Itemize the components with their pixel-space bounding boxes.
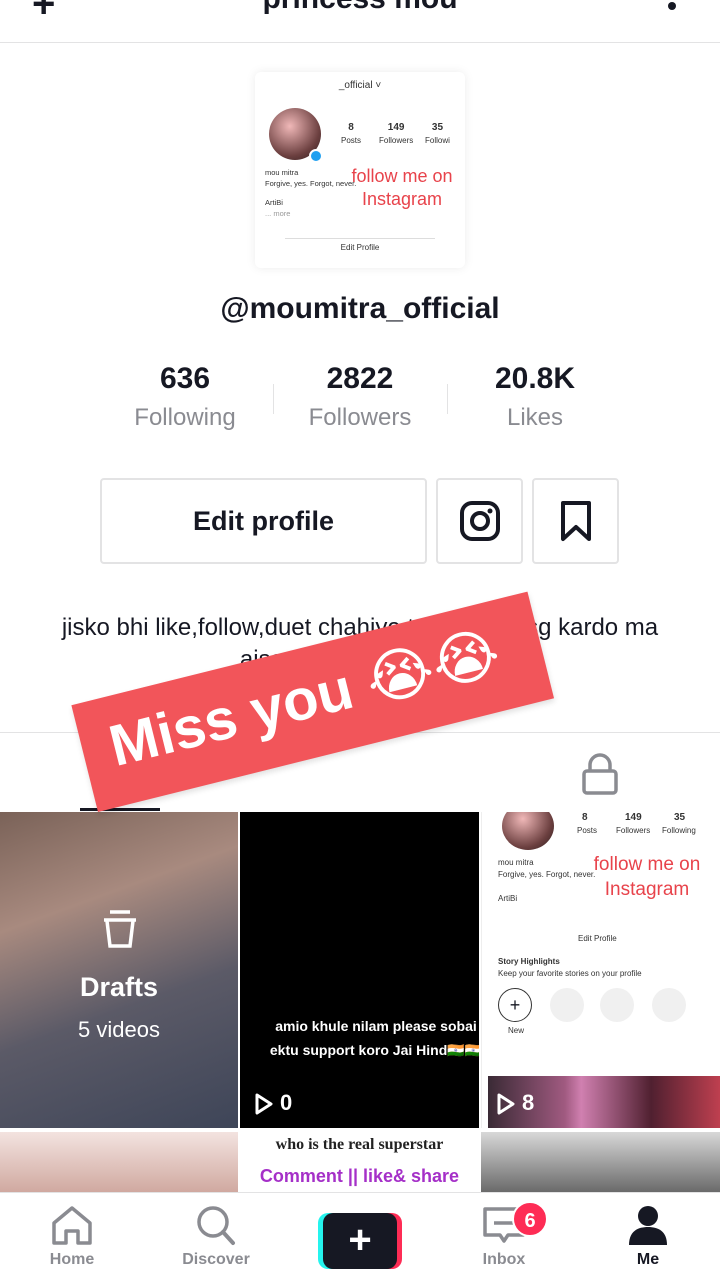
nav-home[interactable]: Home (22, 1203, 122, 1269)
drafts-tile[interactable]: Drafts 5 videos (0, 812, 238, 1128)
drafts-label: Drafts (79, 972, 159, 1002)
embedded-follow-text: follow me on Instagram (351, 166, 453, 209)
play-count: 0 (254, 1090, 292, 1116)
video-tile[interactable] (0, 1132, 238, 1192)
followers-count: 2822 (326, 362, 394, 395)
play-count: 8 (496, 1090, 534, 1116)
video-grid: Drafts 5 videos amio khule nilam please … (0, 812, 720, 1192)
bottom-nav: Home Discover + Inbox 6 Me (0, 1192, 720, 1280)
username: @moumitra_official (220, 292, 500, 325)
profile-icon (629, 1206, 667, 1245)
instagram-button[interactable] (436, 478, 523, 564)
profile-stats: 636 Following 2822 Followers 20.8K Likes (0, 362, 720, 442)
following-count: 636 (159, 362, 211, 395)
top-bar: + princess mou (0, 0, 720, 43)
video-tile[interactable] (481, 1132, 720, 1192)
embedded-following: 35 Followi (425, 122, 450, 145)
embedded-account-name: _official ˅ (338, 80, 382, 91)
instagram-icon (459, 501, 500, 541)
embedded-followers: 149 Followers (379, 122, 414, 145)
favorites-button[interactable] (532, 478, 619, 564)
likes-label: Likes (506, 404, 564, 431)
create-button[interactable]: + (318, 1213, 402, 1269)
embedded-edit-profile: Edit Profile (285, 238, 435, 252)
play-icon (255, 1093, 273, 1115)
tab-private[interactable] (580, 753, 620, 802)
following-stat[interactable]: 636 Following (100, 362, 270, 432)
profile-avatar[interactable]: _official ˅ 8 Posts 149 Followers 35 Follow… (255, 72, 465, 268)
video-caption: amio khule nilam please sobai ektu suppo… (269, 1018, 479, 1058)
new-highlight-icon: + (498, 988, 532, 1022)
embedded-posts: 8 Posts (341, 122, 362, 145)
embedded-add-icon (309, 149, 323, 163)
video-avatar (502, 812, 554, 850)
plus-icon: + (323, 1213, 397, 1269)
followers-stat[interactable]: 2822 Followers (275, 362, 445, 432)
video-tile[interactable]: 8 Posts 149 Followers 35 Following mou m… (481, 812, 720, 1128)
video-subtitle: Comment || like& share (259, 1166, 460, 1186)
bookmark-icon (560, 501, 591, 541)
lock-icon (582, 753, 618, 795)
stat-divider (447, 384, 448, 414)
video-tile[interactable]: who is the real superstar Comment || lik… (240, 1132, 479, 1192)
page-title: princess mou (0, 0, 720, 16)
edit-profile-button[interactable]: Edit profile (100, 478, 427, 564)
likes-count: 20.8K (494, 362, 576, 395)
tab-underline (80, 808, 160, 811)
nav-me[interactable]: Me (598, 1203, 698, 1269)
more-icon[interactable] (668, 2, 676, 10)
likes-stat[interactable]: 20.8K Likes (450, 362, 620, 432)
drafts-icon (104, 910, 136, 948)
video-tile[interactable]: amio khule nilam please sobai ektu suppo… (240, 812, 479, 1128)
inbox-badge: 6 (512, 1201, 548, 1237)
video-follow-text: follow me on Instagram (593, 854, 701, 900)
nav-discover[interactable]: Discover (166, 1203, 266, 1269)
following-label: Following (134, 404, 236, 431)
followers-label: Followers (308, 404, 412, 431)
stat-divider (273, 384, 274, 414)
play-icon (497, 1093, 515, 1115)
drafts-count: 5 videos (78, 1017, 160, 1042)
search-icon (197, 1206, 235, 1245)
home-icon (52, 1206, 92, 1245)
video-title: who is the real superstar (275, 1136, 444, 1153)
